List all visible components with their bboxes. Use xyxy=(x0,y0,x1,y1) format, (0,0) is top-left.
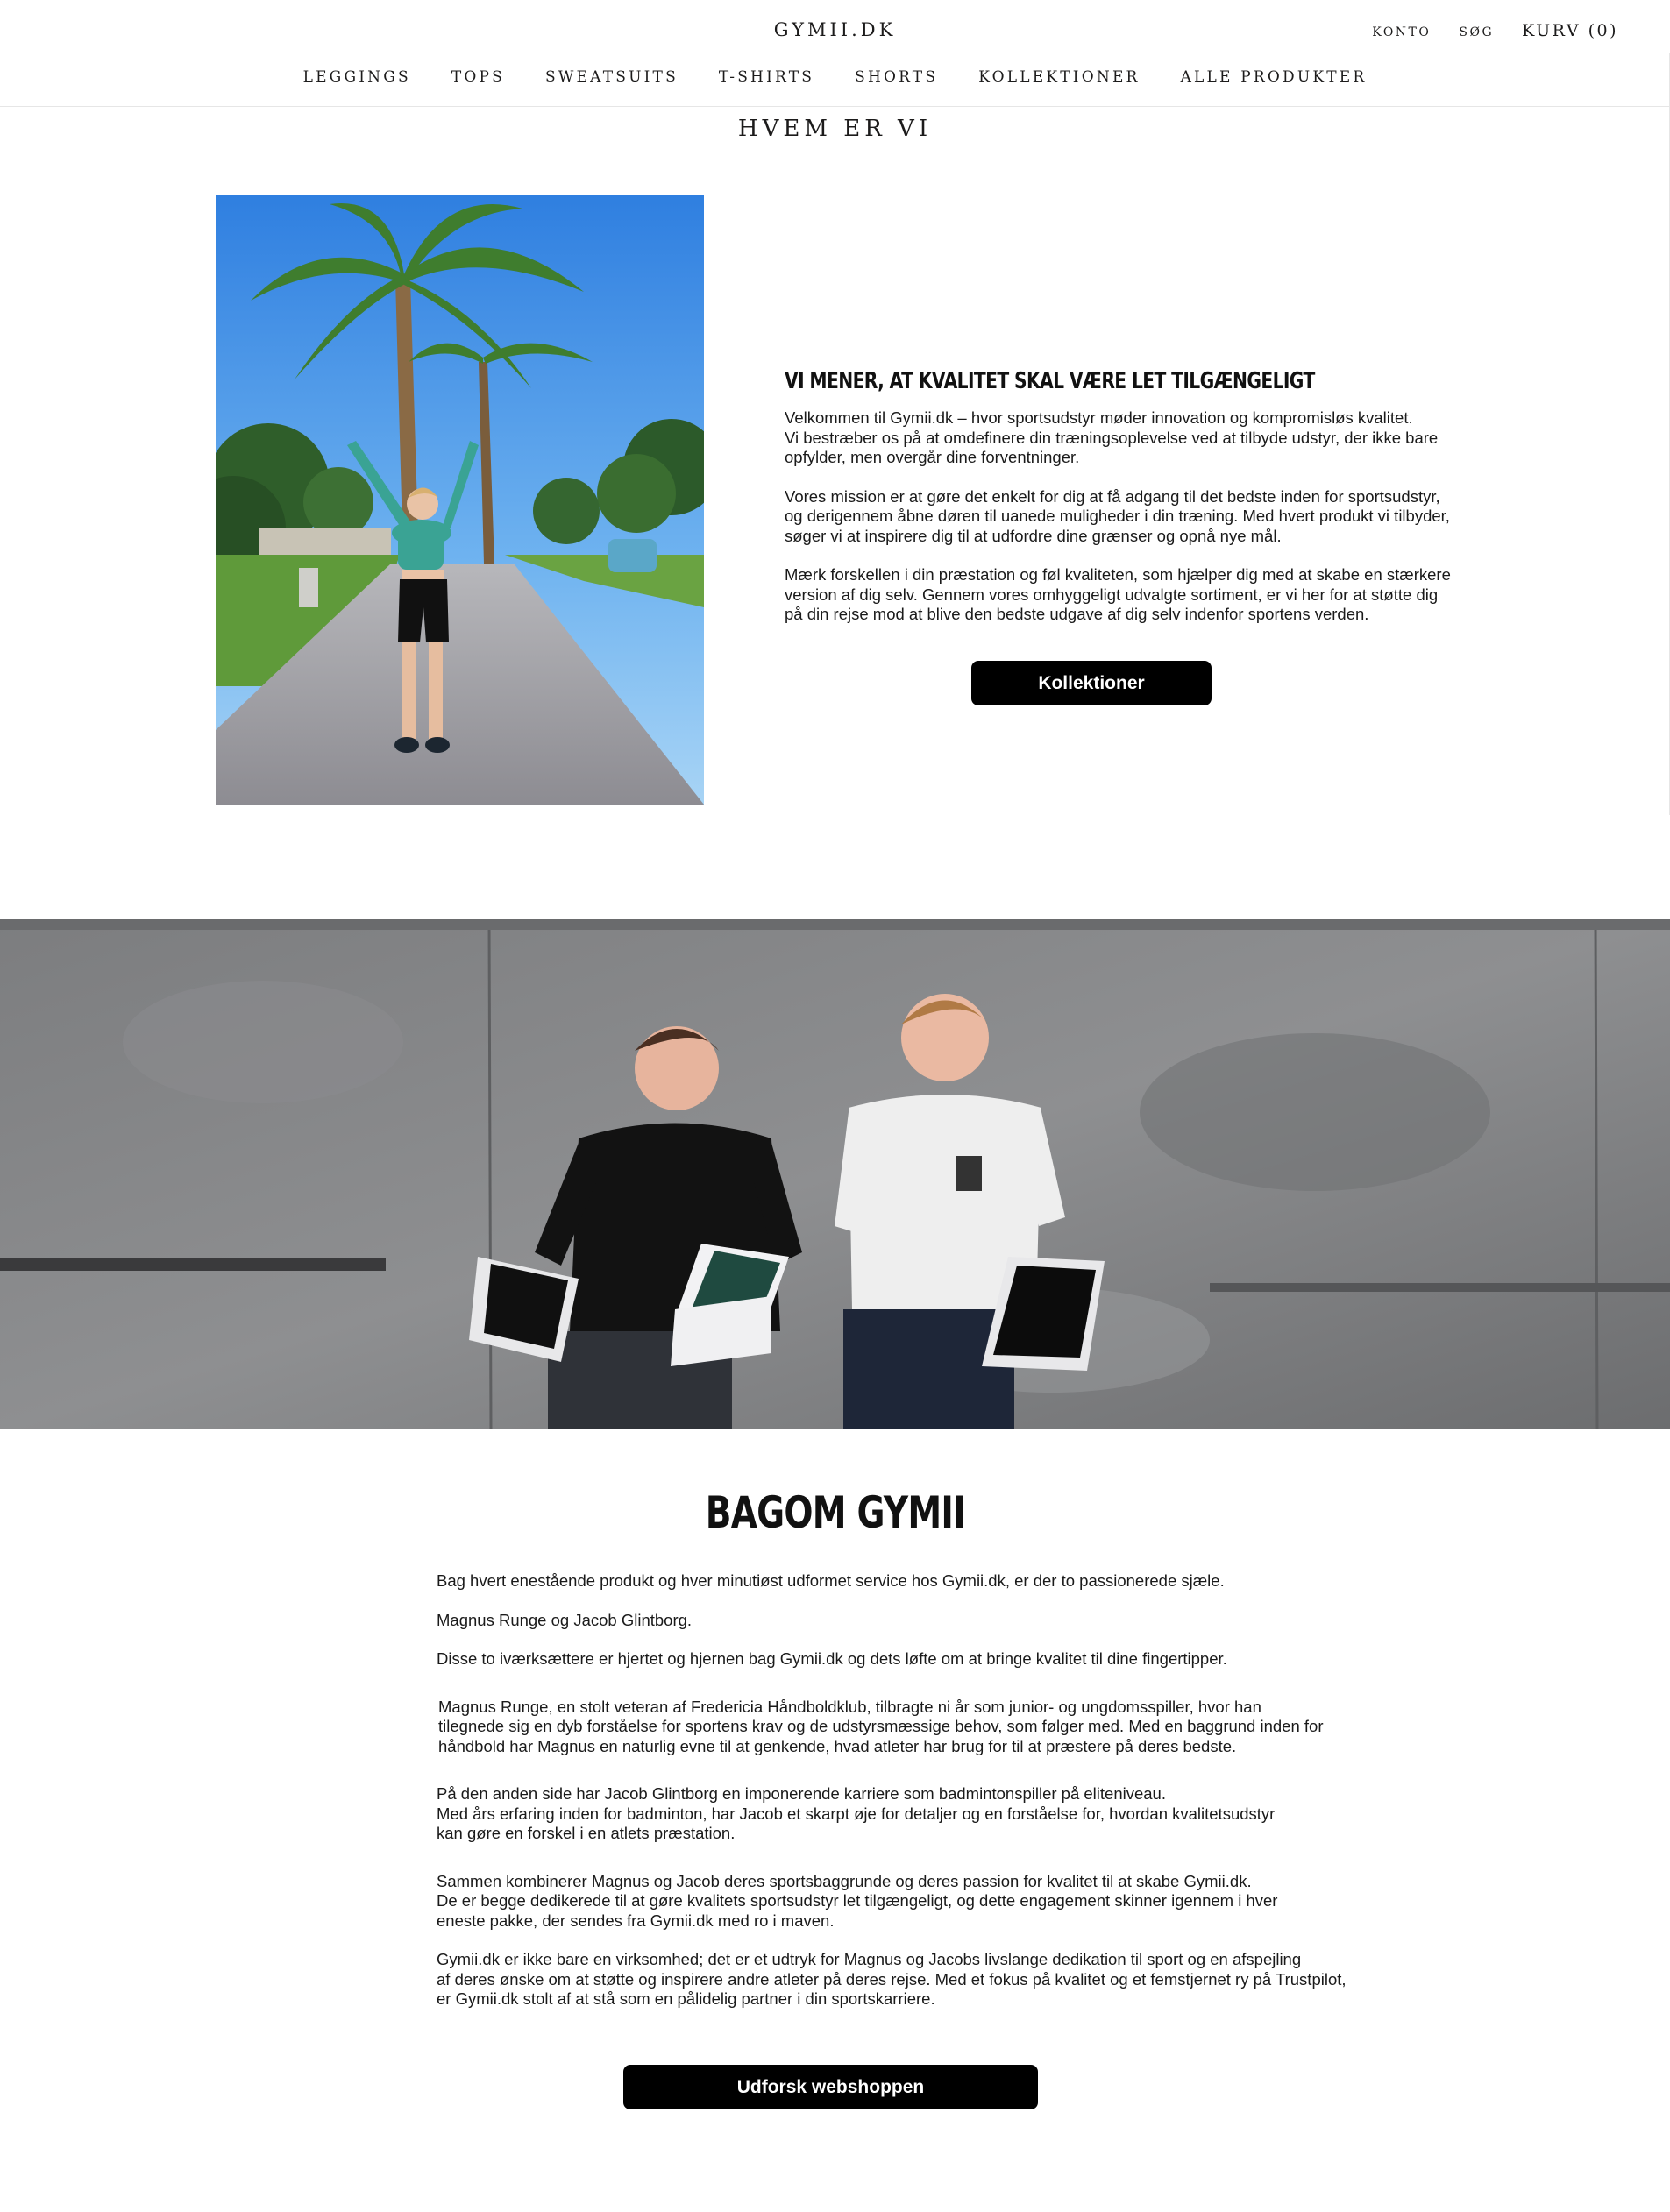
behind-paragraph: Bag hvert enestående produkt og hver min… xyxy=(437,1571,1225,1590)
behind-paragraph: Sammen kombinerer Magnus og Jacob deres … xyxy=(437,1871,1278,1930)
team-banner-photo xyxy=(0,919,1670,1429)
search-link[interactable]: SØG xyxy=(1459,25,1494,39)
behind-paragraph: Disse to iværksættere er hjertet og hjer… xyxy=(437,1649,1227,1668)
cart-link[interactable]: KURV (0) xyxy=(1522,21,1618,40)
header-utilities: KONTO SØG KURV (0) xyxy=(1372,21,1618,40)
behind-title: BAGOM GYMII xyxy=(0,1487,1670,1538)
about-paragraph: Vores mission er at gøre det enkelt for … xyxy=(785,486,1450,545)
behind-paragraph: På den anden side har Jacob Glintborg en… xyxy=(437,1784,1276,1842)
page-title: HVEM ER VI xyxy=(737,116,933,142)
nav-item-alle-produkter[interactable]: ALLE PRODUKTER xyxy=(1181,68,1368,86)
site-header: GYMII.DK KONTO SØG KURV (0) LEGGINGS TOP… xyxy=(0,0,1670,107)
nav-item-kollektioner[interactable]: KOLLEKTIONER xyxy=(978,68,1140,86)
about-intro: VI MENER, AT KVALITET SKAL VÆRE LET TILG… xyxy=(785,368,1468,644)
about-paragraph: Velkommen til Gymii.dk – hvor sportsudst… xyxy=(785,408,1439,466)
about-paragraph: Mærk forskellen i din præstation og føl … xyxy=(785,565,1451,623)
behind-text: Bag hvert enestående produkt og hver min… xyxy=(437,1571,1383,2010)
nav-item-t-shirts[interactable]: T-SHIRTS xyxy=(719,68,814,86)
behind-paragraph: Magnus Runge, en stolt veteran af Freder… xyxy=(438,1697,1324,1755)
nav-item-leggings[interactable]: LEGGINGS xyxy=(303,68,411,86)
behind-paragraph: Gymii.dk er ikke bare en virksomhed; det… xyxy=(437,1950,1347,2008)
account-link[interactable]: KONTO xyxy=(1372,25,1431,39)
about-headline: VI MENER, AT KVALITET SKAL VÆRE LET TILG… xyxy=(785,368,1315,394)
explore-shop-button[interactable]: Udforsk webshoppen xyxy=(623,2065,1038,2109)
hero-photo-palm-path xyxy=(216,195,704,805)
main-nav: LEGGINGS TOPS SWEATSUITS T-SHIRTS SHORTS… xyxy=(0,68,1670,86)
behind-paragraph: Magnus Runge og Jacob Glintborg. xyxy=(437,1610,693,1629)
nav-item-tops[interactable]: TOPS xyxy=(451,68,505,86)
behind-title-text: BAGOM GYMII xyxy=(705,1487,965,1538)
nav-item-sweatsuits[interactable]: SWEATSUITS xyxy=(545,68,679,86)
kollektioner-button[interactable]: Kollektioner xyxy=(971,661,1212,705)
nav-item-shorts[interactable]: SHORTS xyxy=(855,68,938,86)
